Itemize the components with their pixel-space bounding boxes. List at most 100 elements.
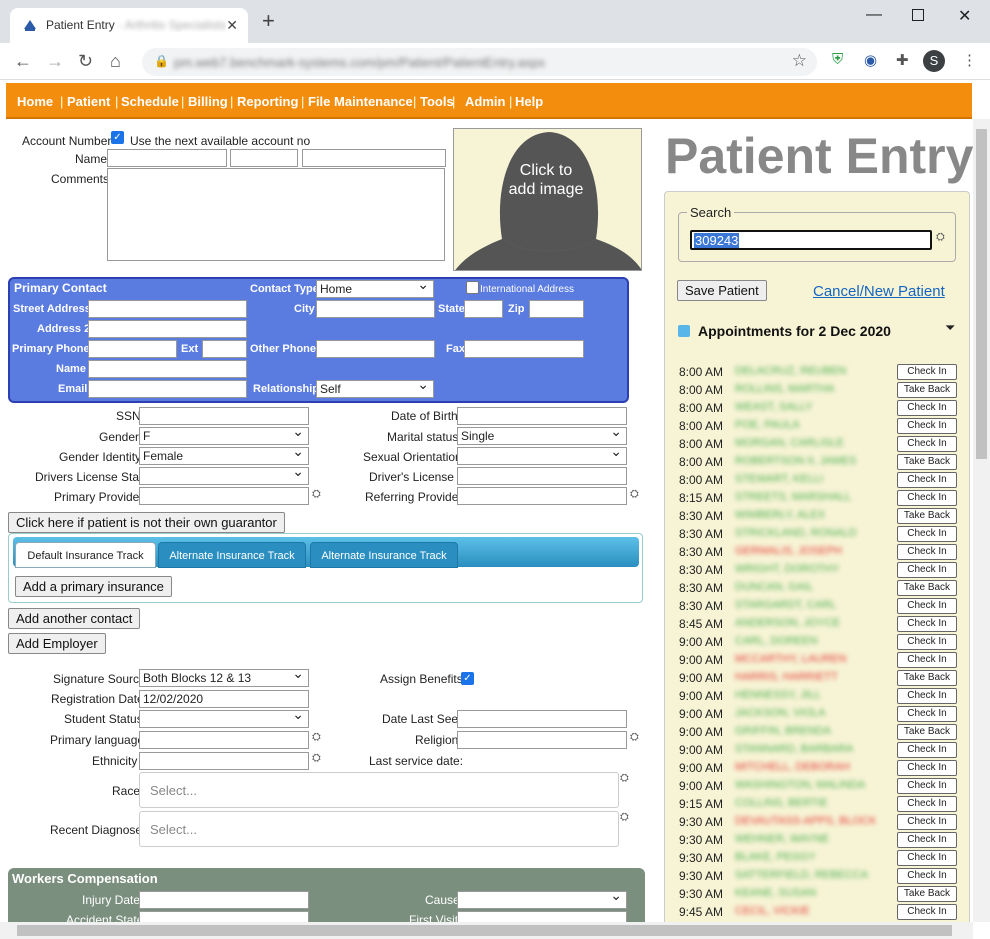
other-phone-input[interactable] — [316, 340, 435, 358]
appointment-patient-name[interactable]: KEANE, SUSAN — [735, 887, 816, 899]
take-back-button[interactable]: Take Back — [897, 670, 957, 686]
binoculars-icon[interactable]: ⛭ — [630, 731, 639, 744]
menu-admin[interactable]: Admin — [465, 94, 505, 109]
new-tab-icon[interactable]: + — [262, 10, 275, 32]
appointment-patient-name[interactable]: HENNESSY, JILL — [735, 689, 821, 701]
bookmark-star-icon[interactable]: ☆ — [792, 51, 807, 71]
menu-help[interactable]: Help — [515, 94, 543, 109]
check-in-button[interactable]: Check In — [897, 688, 957, 704]
appointment-patient-name[interactable]: MITCHELL, DEBORAH — [735, 761, 850, 773]
menu-schedule[interactable]: Schedule — [121, 94, 179, 109]
religion-input[interactable] — [457, 731, 627, 749]
appointment-patient-name[interactable]: STRICKLAND, RONALD — [735, 527, 857, 539]
appointment-patient-name[interactable]: STEWART, KELLI — [735, 473, 823, 485]
appointment-patient-name[interactable]: STANNARD, BARBARA — [735, 743, 853, 755]
binoculars-icon[interactable]: ⛭ — [620, 811, 629, 824]
primary-language-input[interactable] — [139, 731, 309, 749]
check-in-button[interactable]: Check In — [897, 832, 957, 848]
check-in-button[interactable]: Check In — [897, 418, 957, 434]
menu-reporting[interactable]: Reporting — [237, 94, 298, 109]
browser-tab[interactable]: Patient Entry - Arthritis Specialists ✕ — [10, 8, 248, 43]
city-input[interactable] — [316, 300, 435, 318]
binoculars-icon[interactable]: ⛭ — [630, 488, 639, 501]
appointment-patient-name[interactable]: CARL, DOREEN — [735, 635, 818, 647]
gender-identity-select[interactable]: Female — [139, 444, 309, 465]
horizontal-scrollbar[interactable] — [0, 922, 973, 939]
cancel-new-patient-link[interactable]: Cancel/New Patient — [813, 283, 945, 300]
student-status-select[interactable] — [139, 707, 309, 728]
assign-benefits-checkbox[interactable]: ✓ — [461, 672, 474, 685]
menu-patient[interactable]: Patient — [67, 94, 110, 109]
signature-source-select[interactable]: Both Blocks 12 & 13 — [139, 666, 309, 687]
check-in-button[interactable]: Check In — [897, 706, 957, 722]
appointment-patient-name[interactable]: SATTERFIELD, REBECCA — [735, 869, 868, 881]
appointment-patient-name[interactable]: GERMALIS, JOSEPH — [735, 545, 842, 557]
registration-date-input[interactable]: 12/02/2020 — [139, 690, 309, 708]
check-in-button[interactable]: Check In — [897, 652, 957, 668]
add-contact-button[interactable]: Add another contact — [8, 608, 141, 629]
comments-textarea[interactable] — [107, 168, 445, 261]
forward-icon[interactable]: → — [46, 51, 64, 72]
check-in-button[interactable]: Check In — [897, 904, 957, 920]
street-address-input[interactable] — [88, 300, 247, 318]
menu-kebab-icon[interactable]: ⋮ — [962, 51, 977, 69]
profile-avatar[interactable]: S — [923, 50, 945, 72]
recent-diagnoses-multiselect[interactable]: Select... — [139, 811, 619, 847]
shield-extension-icon[interactable]: ⛨ — [832, 51, 843, 68]
check-in-button[interactable]: Check In — [897, 400, 957, 416]
ext-input[interactable] — [202, 340, 247, 358]
guarantor-button[interactable]: Click here if patient is not their own g… — [8, 512, 285, 533]
contact-name-input[interactable] — [88, 360, 247, 378]
binoculars-icon[interactable]: ⛭ — [936, 231, 945, 244]
save-patient-button[interactable]: Save Patient — [677, 280, 767, 301]
appointment-patient-name[interactable]: WEHNER, WAYNE — [735, 833, 829, 845]
check-in-button[interactable]: Check In — [897, 490, 957, 506]
cause-select[interactable] — [457, 888, 627, 909]
appointment-patient-name[interactable]: WEAST, SALLY — [735, 401, 812, 413]
check-in-button[interactable]: Check In — [897, 760, 957, 776]
gender-select[interactable]: F — [139, 424, 309, 445]
appointment-patient-name[interactable]: COLLINS, BERTIE — [735, 797, 828, 809]
menu-home[interactable]: Home — [17, 94, 53, 109]
fax-input[interactable] — [464, 340, 584, 358]
back-icon[interactable]: ← — [14, 51, 32, 72]
state-input[interactable] — [464, 300, 503, 318]
injury-date-input[interactable] — [139, 891, 309, 909]
appointment-patient-name[interactable]: MCCARTHY, LAUREN — [735, 653, 846, 665]
check-in-button[interactable]: Check In — [897, 472, 957, 488]
appointment-patient-name[interactable]: ANDERSON, JOYCE — [735, 617, 840, 629]
middle-name-input[interactable] — [230, 149, 298, 167]
puzzle-extensions-icon[interactable]: ✚ — [896, 51, 909, 69]
check-in-button[interactable]: Check In — [897, 364, 957, 380]
take-back-button[interactable]: Take Back — [897, 454, 957, 470]
check-in-button[interactable]: Check In — [897, 634, 957, 650]
url-field[interactable]: 🔒 pm.web7.benchmark-systems.com/pm/Patie… — [142, 48, 817, 76]
check-in-button[interactable]: Check In — [897, 868, 957, 884]
binoculars-icon[interactable]: ⛭ — [312, 752, 321, 765]
take-back-button[interactable]: Take Back — [897, 508, 957, 524]
take-back-button[interactable]: Take Back — [897, 724, 957, 740]
appointment-patient-name[interactable]: ROBERTSON II, JAMES — [735, 455, 856, 467]
address2-input[interactable] — [88, 320, 247, 338]
take-back-button[interactable]: Take Back — [897, 886, 957, 902]
check-in-button[interactable]: Check In — [897, 526, 957, 542]
take-back-button[interactable]: Take Back — [897, 382, 957, 398]
search-input[interactable]: 309243 — [690, 230, 932, 250]
binoculars-icon[interactable]: ⛭ — [312, 731, 321, 744]
ethnicity-input[interactable] — [139, 752, 309, 770]
take-back-button[interactable]: Take Back — [897, 580, 957, 596]
referring-provider-input[interactable] — [457, 487, 627, 505]
check-in-button[interactable]: Check In — [897, 814, 957, 830]
appointment-patient-name[interactable]: CECIL, VICKIE — [735, 905, 810, 917]
marital-status-select[interactable]: Single — [457, 424, 627, 445]
international-address-checkbox[interactable] — [466, 281, 479, 294]
check-in-button[interactable]: Check In — [897, 598, 957, 614]
close-window-icon[interactable]: ✕ — [958, 6, 971, 26]
last-name-input[interactable] — [302, 149, 446, 167]
dob-input[interactable] — [457, 407, 627, 425]
appointment-patient-name[interactable]: DUNCAN, GAIL — [735, 581, 813, 593]
check-in-button[interactable]: Check In — [897, 544, 957, 560]
patient-photo[interactable]: Click to add image — [453, 128, 642, 271]
appointment-patient-name[interactable]: POE, PAULA — [735, 419, 800, 431]
minimize-icon[interactable]: — — [866, 6, 882, 24]
